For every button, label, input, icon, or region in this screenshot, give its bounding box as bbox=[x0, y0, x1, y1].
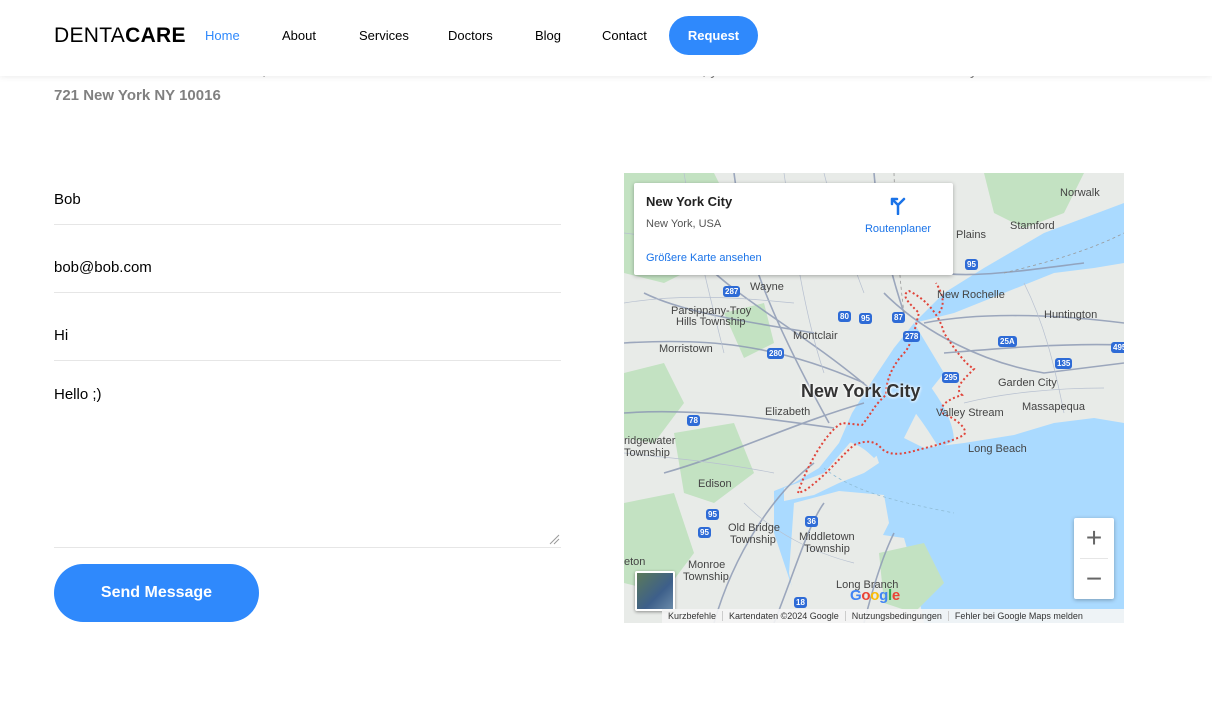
map-shield: 295 bbox=[942, 372, 960, 383]
subject-input[interactable]: Hi bbox=[54, 318, 561, 361]
site-header: DENTACARE Home About Services Doctors Bl… bbox=[0, 0, 1212, 76]
report-error-link[interactable]: Fehler bei Google Maps melden bbox=[949, 611, 1089, 621]
address-line: 721 New York NY 10016 bbox=[54, 87, 221, 104]
email-input[interactable]: bob@bob.com bbox=[54, 250, 561, 293]
map-shield: 495 bbox=[1111, 342, 1124, 353]
nav-services[interactable]: Services bbox=[359, 28, 409, 43]
keyboard-shortcuts-link[interactable]: Kurzbefehle bbox=[662, 611, 724, 621]
map-shield: 95 bbox=[859, 313, 872, 324]
site-logo[interactable]: DENTACARE bbox=[54, 24, 186, 48]
logo-light-text: DENTA bbox=[54, 24, 126, 47]
map-shield: 95 bbox=[698, 527, 711, 538]
embedded-map[interactable]: Norwalk Stamford Plains Wayne New Rochel… bbox=[624, 173, 1124, 623]
map-shield: 36 bbox=[805, 516, 818, 527]
place-info-card: New York City New York, USA Größere Kart… bbox=[634, 183, 953, 275]
logo-letter: e bbox=[891, 587, 900, 604]
place-title: New York City bbox=[646, 194, 733, 209]
map-label-valley-stream: Valley Stream bbox=[936, 407, 1004, 419]
nav-contact[interactable]: Contact bbox=[602, 28, 647, 43]
logo-letter: g bbox=[879, 587, 888, 604]
name-value: Bob bbox=[54, 191, 81, 208]
email-value: bob@bob.com bbox=[54, 259, 152, 276]
logo-letter: o bbox=[861, 587, 871, 604]
map-shield: 25A bbox=[998, 336, 1017, 347]
zoom-in-button[interactable]: + bbox=[1074, 518, 1114, 558]
map-label-plains: Plains bbox=[956, 229, 986, 241]
map-label-old-bridge: Old Bridge bbox=[728, 522, 780, 534]
map-shield: 78 bbox=[687, 415, 700, 426]
map-city-label: New York City bbox=[801, 381, 921, 401]
map-shield: 278 bbox=[903, 331, 921, 342]
map-label-elizabeth: Elizabeth bbox=[765, 406, 811, 418]
map-label-morristown: Morristown bbox=[659, 343, 713, 355]
send-message-button[interactable]: Send Message bbox=[54, 564, 259, 622]
map-label-edison: Edison bbox=[698, 478, 732, 490]
subject-value: Hi bbox=[54, 327, 69, 344]
map-shield: 287 bbox=[723, 286, 741, 297]
map-label-garden-city: Garden City bbox=[998, 377, 1057, 389]
satellite-layer-toggle[interactable] bbox=[635, 571, 675, 611]
nav-about[interactable]: About bbox=[282, 28, 316, 43]
map-label-monroe-township: Township bbox=[683, 571, 729, 583]
map-label-old-bridge-township: Township bbox=[730, 534, 776, 546]
directions-label: Routenplaner bbox=[864, 223, 932, 235]
map-shield: 95 bbox=[965, 259, 978, 270]
resize-handle-icon[interactable] bbox=[548, 533, 560, 545]
map-label-long-beach: Long Beach bbox=[968, 443, 1027, 455]
logo-letter: o bbox=[870, 587, 880, 604]
logo-letter: G bbox=[850, 587, 862, 604]
map-shield: 18 bbox=[794, 597, 807, 608]
map-label-bridgewater-township: Township bbox=[624, 447, 670, 459]
map-label-montclair: Montclair bbox=[793, 330, 838, 342]
map-data-credit: Kartendaten ©2024 Google bbox=[723, 611, 846, 621]
google-logo: Google bbox=[850, 587, 900, 604]
map-label-middletown: Middletown bbox=[799, 531, 855, 543]
name-input[interactable]: Bob bbox=[54, 182, 561, 225]
map-label-monroe: Monroe bbox=[688, 559, 726, 571]
message-value: Hello ;) bbox=[54, 386, 102, 403]
place-subtitle: New York, USA bbox=[646, 218, 722, 230]
map-shield: 87 bbox=[892, 312, 905, 323]
nav-doctors[interactable]: Doctors bbox=[448, 28, 493, 43]
logo-bold-text: CARE bbox=[125, 24, 186, 47]
map-label-wayne: Wayne bbox=[750, 281, 784, 293]
nav-home[interactable]: Home bbox=[205, 28, 240, 43]
map-shield: 135 bbox=[1055, 358, 1073, 369]
zoom-controls: + − bbox=[1074, 518, 1114, 599]
terms-link[interactable]: Nutzungsbedingungen bbox=[846, 611, 949, 621]
nav-blog[interactable]: Blog bbox=[535, 28, 561, 43]
directions-icon bbox=[890, 197, 906, 215]
map-label-new-rochelle: New Rochelle bbox=[937, 289, 1005, 301]
map-label-huntington: Huntington bbox=[1044, 309, 1098, 321]
map-label-eton: eton bbox=[624, 556, 646, 568]
map-label-middletown-township: Township bbox=[804, 543, 850, 555]
map-shield: 95 bbox=[706, 509, 719, 520]
message-textarea[interactable]: Hello ;) bbox=[54, 377, 561, 548]
zoom-out-button[interactable]: − bbox=[1074, 559, 1114, 599]
map-label-stamford: Stamford bbox=[1010, 220, 1055, 232]
map-label-norwalk: Norwalk bbox=[1060, 187, 1100, 199]
map-label-bridgewater: ridgewater bbox=[624, 435, 676, 447]
map-label-massapequa: Massapequa bbox=[1022, 401, 1085, 413]
request-button[interactable]: Request bbox=[669, 16, 758, 55]
map-label-hills-township: Hills Township bbox=[676, 316, 746, 328]
map-attribution-bar: Kurzbefehle Kartendaten ©2024 Google Nut… bbox=[662, 609, 1124, 623]
map-shield: 280 bbox=[767, 348, 785, 359]
map-shield: 80 bbox=[838, 311, 851, 322]
larger-map-link[interactable]: Größere Karte ansehen bbox=[646, 252, 762, 264]
directions-button[interactable]: Routenplaner bbox=[860, 193, 936, 241]
